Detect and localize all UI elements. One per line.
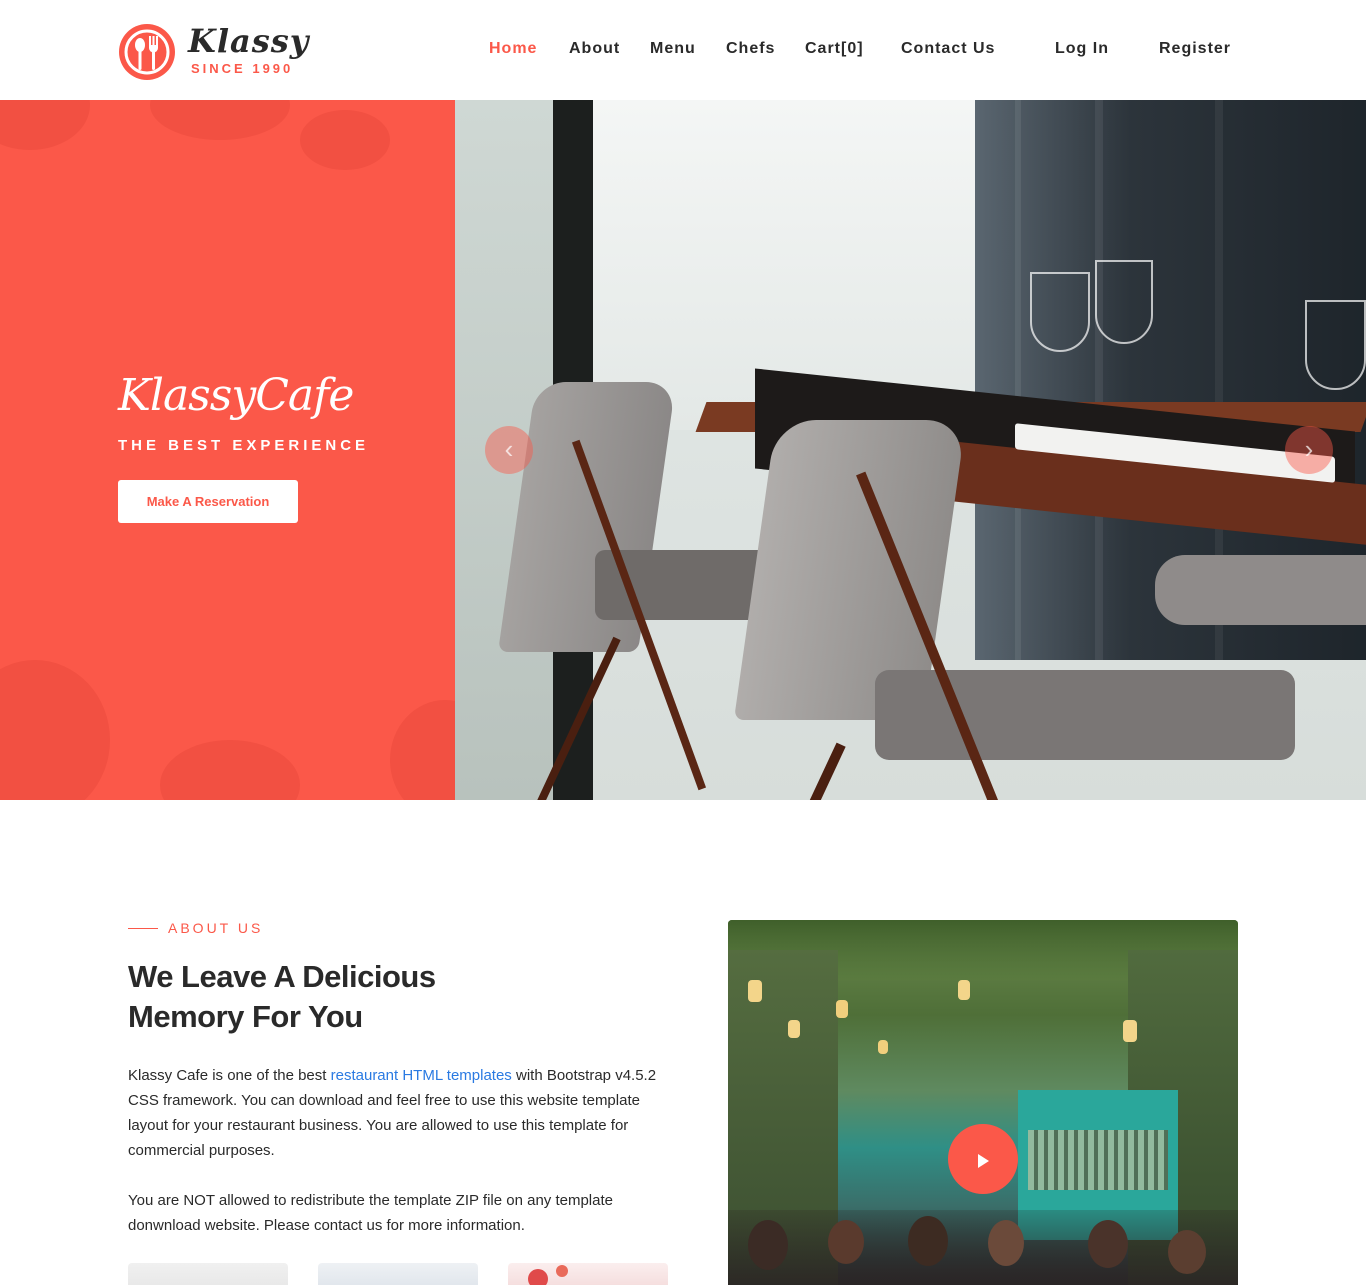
hero-subtitle: THE BEST EXPERIENCE <box>118 437 370 454</box>
play-icon <box>978 1154 989 1168</box>
plate-fork-spoon-icon <box>119 24 175 80</box>
decorative-leaf <box>150 100 290 140</box>
brand-logo[interactable]: Klassy SINCE 1990 <box>119 22 308 82</box>
about-paragraph-1: Klassy Cafe is one of the best restauran… <box>128 1063 658 1163</box>
restaurant-templates-link[interactable]: restaurant HTML templates <box>331 1067 512 1084</box>
decorative-leaf <box>160 740 300 800</box>
hero-text-panel: KlassyCafe THE BEST EXPERIENCE Make A Re… <box>0 100 455 800</box>
gallery-thumbnail[interactable] <box>128 1263 288 1285</box>
hero-restaurant-image: ‹ › <box>455 100 1366 800</box>
chevron-right-icon: › <box>1304 434 1314 464</box>
decorative-leaf <box>0 660 110 800</box>
chevron-left-icon: ‹ <box>504 434 514 464</box>
berry-decoration <box>556 1265 568 1277</box>
decorative-leaf <box>0 100 90 150</box>
about-heading-line1: We Leave A Delicious <box>128 959 436 994</box>
about-paragraph-2: You are NOT allowed to redistribute the … <box>128 1192 613 1234</box>
video-play-button[interactable] <box>948 1124 1018 1194</box>
site-header: Klassy SINCE 1990 Home About Menu Chefs … <box>0 0 1366 100</box>
carousel-next-button[interactable]: › <box>1285 426 1333 474</box>
berry-decoration <box>528 1269 548 1285</box>
nav-log-in[interactable]: Log In <box>1055 40 1109 58</box>
gallery-thumbnail[interactable] <box>508 1263 668 1285</box>
hero-title: KlassyCafe <box>118 370 354 421</box>
nav-menu[interactable]: Menu <box>650 40 696 58</box>
about-video[interactable] <box>728 920 1238 1285</box>
hero-section: KlassyCafe THE BEST EXPERIENCE Make A Re… <box>0 100 1366 800</box>
make-reservation-button[interactable]: Make A Reservation <box>118 480 298 523</box>
nav-contact-us[interactable]: Contact Us <box>901 40 995 58</box>
decorative-leaf <box>300 110 390 170</box>
nav-home[interactable]: Home <box>489 40 537 58</box>
about-heading-line2: Memory For You <box>128 999 363 1034</box>
about-label-text: ABOUT US <box>168 920 264 936</box>
nav-register[interactable]: Register <box>1159 40 1231 58</box>
brand-since: SINCE 1990 <box>191 61 294 76</box>
decorative-leaf <box>390 700 455 800</box>
nav-chefs[interactable]: Chefs <box>726 40 775 58</box>
label-divider <box>128 928 158 929</box>
about-heading: We Leave A Delicious Memory For You <box>128 957 548 1037</box>
nav-cart[interactable]: Cart[0] <box>805 40 864 58</box>
brand-name: Klassy <box>188 22 310 60</box>
nav-about[interactable]: About <box>569 40 620 58</box>
gallery-thumbnail[interactable] <box>318 1263 478 1285</box>
about-text: Klassy Cafe is one of the best <box>128 1067 331 1084</box>
carousel-prev-button[interactable]: ‹ <box>485 426 533 474</box>
